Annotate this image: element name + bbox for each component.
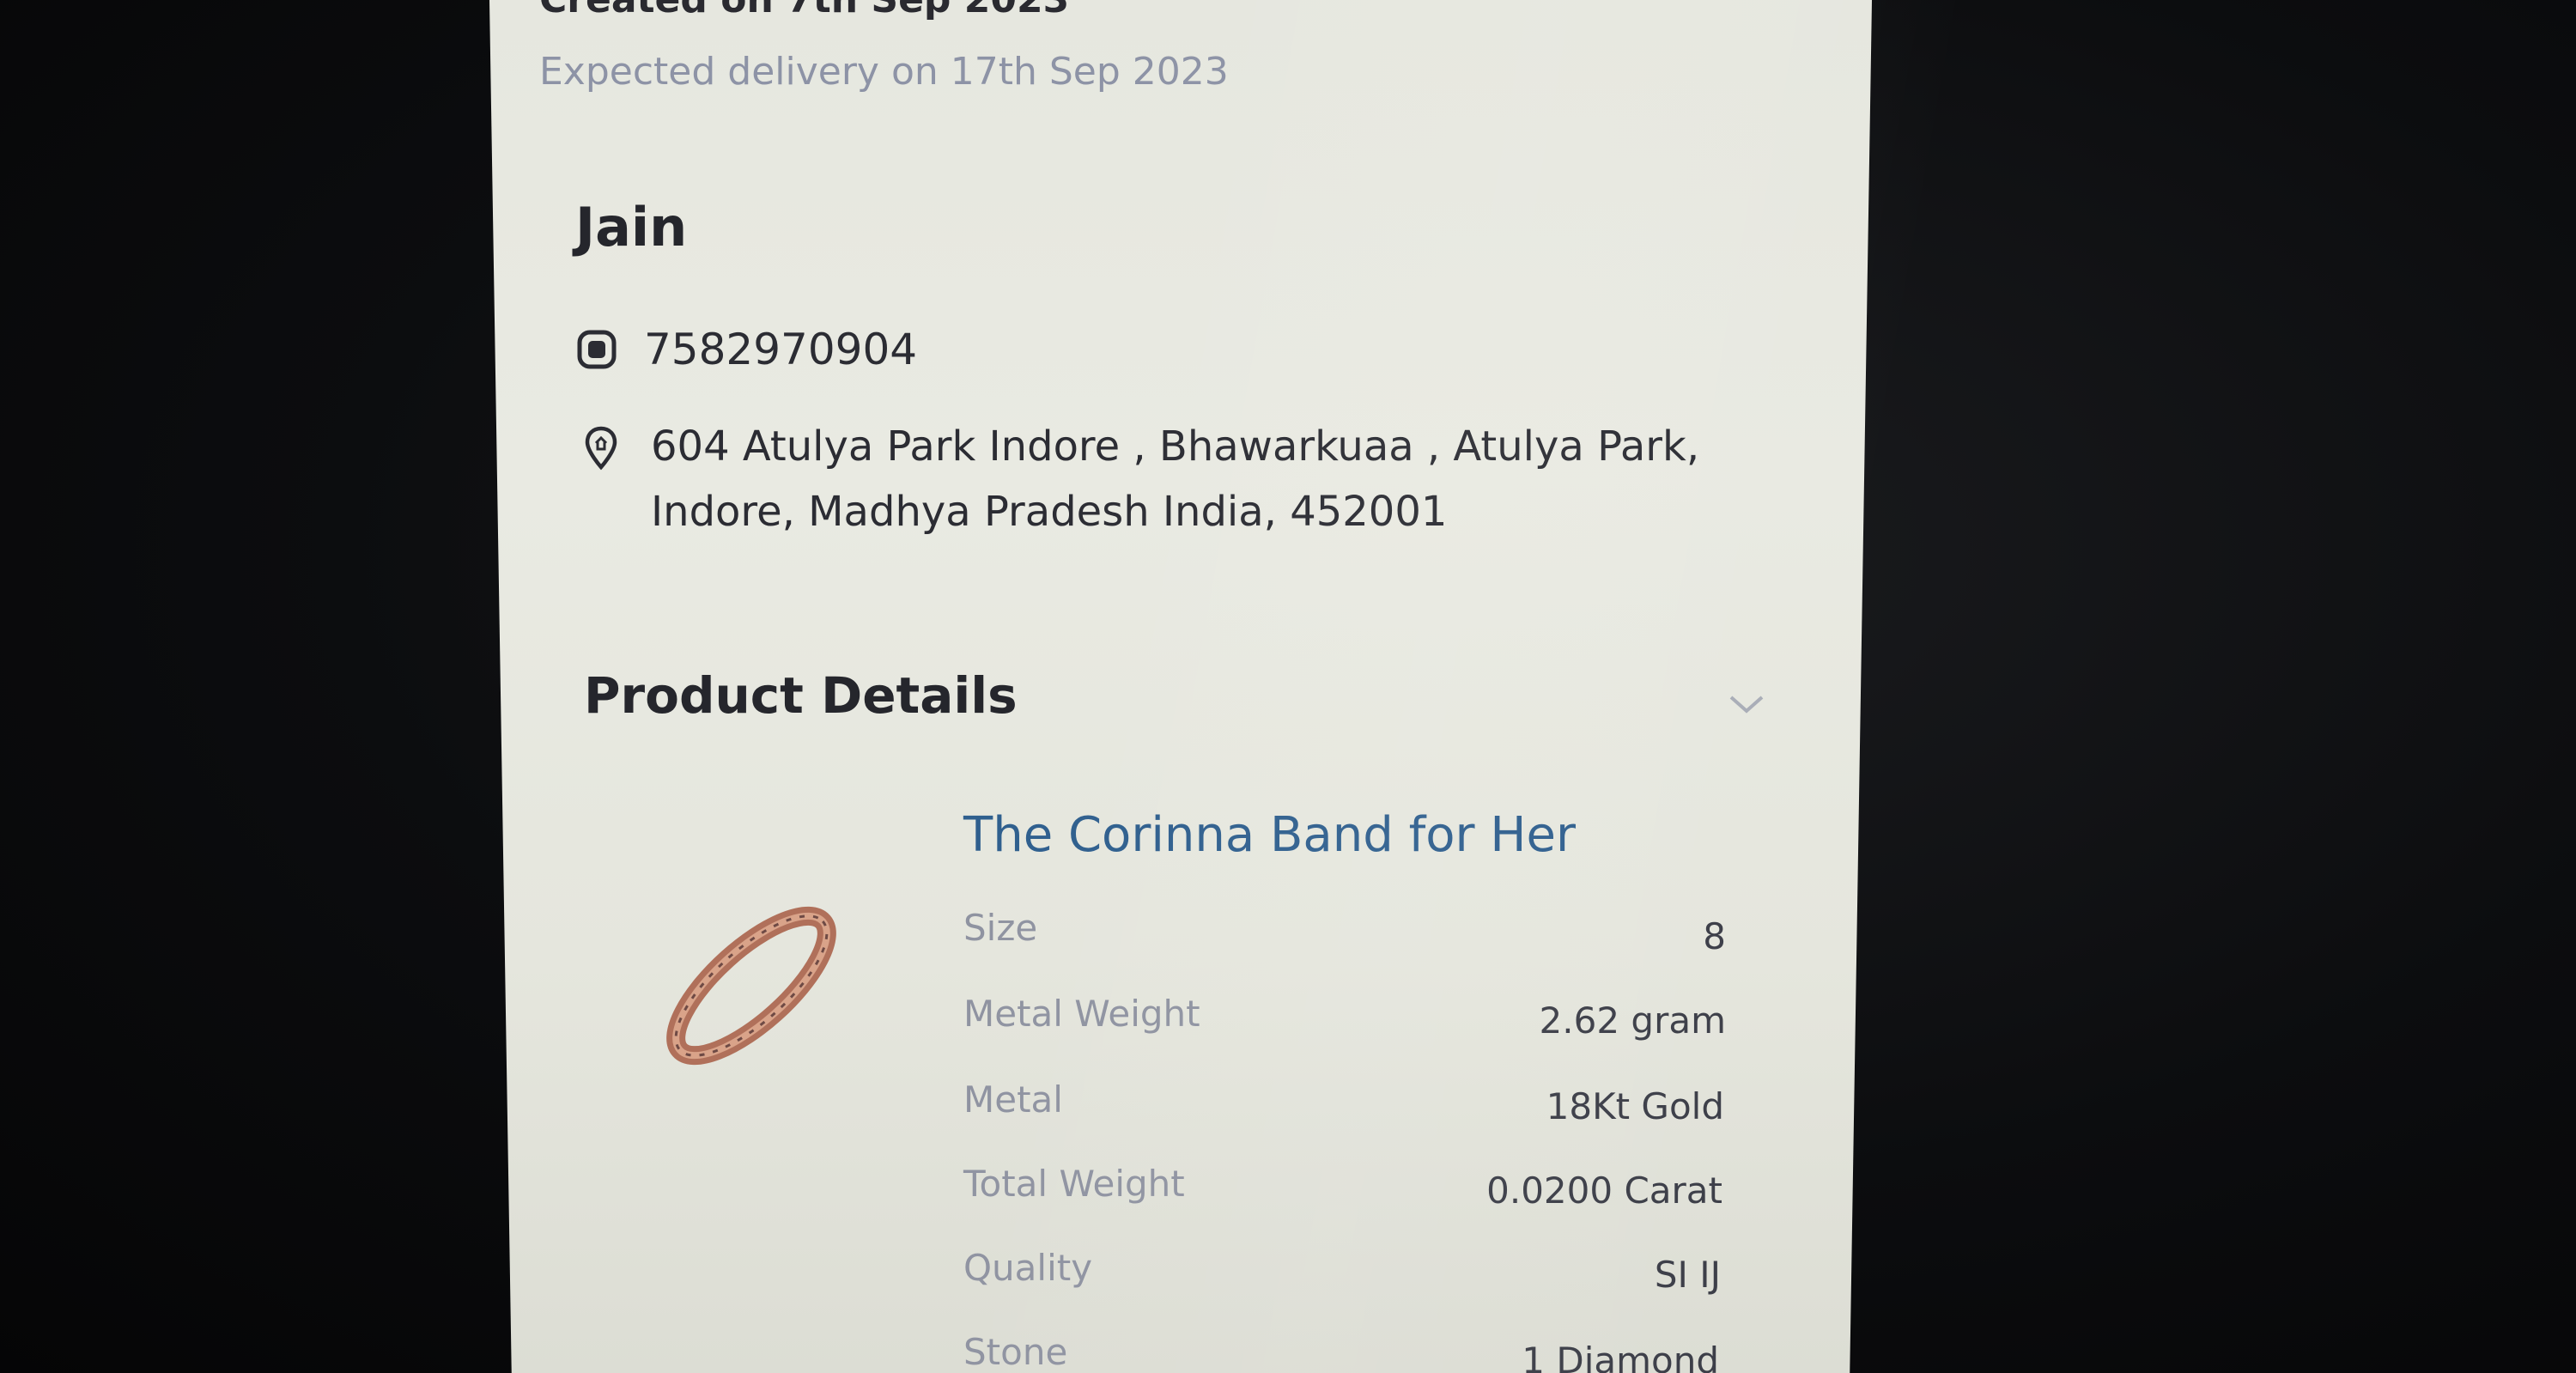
customer-name: Jain (575, 196, 688, 258)
customer-address-line2: Indore, Madhya Pradesh India, 452001 (651, 488, 1448, 536)
product-name-link[interactable]: The Corinna Band for Her (963, 807, 1576, 863)
customer-address-line1: 604 Atulya Park Indore , Bhawarkuaa , At… (651, 422, 1700, 471)
customer-phone[interactable]: 7582970904 (644, 325, 917, 374)
expected-delivery-date: Expected delivery on 17th Sep 2023 (539, 50, 1229, 94)
spec-value-metal: 18Kt Gold (1546, 1085, 1724, 1127)
location-pin-icon (585, 426, 617, 471)
spec-label-quality: Quality (963, 1247, 1093, 1289)
spec-label-total-weight: Total Weight (963, 1163, 1185, 1205)
spec-value-quality: SI IJ (1654, 1254, 1721, 1296)
order-details-panel: Created on 7th Sep 2023 Expected deliver… (489, 0, 1872, 1373)
spec-label-size: Size (963, 907, 1038, 949)
spec-value-total-weight: 0.0200 Carat (1486, 1169, 1722, 1212)
order-created-date: Created on 7th Sep 2023 (539, 0, 1069, 21)
product-details-heading: Product Details (584, 666, 1018, 725)
product-image-ring (666, 906, 836, 1066)
spec-value-size: 8 (1703, 915, 1726, 957)
spec-label-metal-weight: Metal Weight (963, 993, 1200, 1035)
spec-label-metal: Metal (963, 1078, 1063, 1121)
spec-label-stone: Stone (963, 1331, 1068, 1373)
chevron-down-icon[interactable] (1726, 687, 1767, 721)
spec-value-stone: 1 Diamond (1522, 1340, 1719, 1373)
spec-value-metal-weight: 2.62 gram (1539, 999, 1726, 1042)
phone-icon (577, 330, 617, 369)
